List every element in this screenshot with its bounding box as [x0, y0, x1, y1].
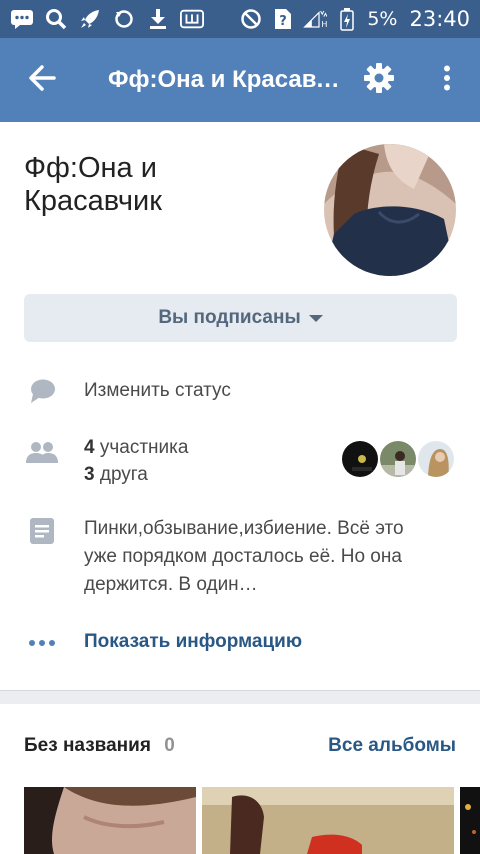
show-info-link[interactable]: Показать информацию: [84, 631, 302, 653]
members-word: участника: [99, 437, 189, 458]
members-count[interactable]: 4 участника: [84, 437, 188, 459]
subscribed-label: Вы подписаны: [158, 307, 301, 328]
settings-button[interactable]: [344, 38, 414, 122]
members-number: 4: [84, 437, 95, 458]
app-icon: [180, 7, 204, 31]
signal-icon: H: [303, 7, 328, 31]
svg-text:H: H: [322, 20, 328, 29]
friends-word: друга: [99, 464, 148, 485]
members-icon: [26, 436, 58, 468]
more-button[interactable]: [414, 38, 480, 122]
section-divider: [0, 690, 480, 704]
album-count: 0: [164, 735, 175, 756]
battery-icon: [335, 7, 359, 31]
toolbar-title: Фф:Она и Красавчик: [108, 66, 344, 93]
member-avatar[interactable]: [378, 439, 418, 479]
album-title: Без названия: [24, 735, 151, 756]
rocket-icon: [78, 7, 102, 31]
friends-number: 3: [84, 464, 95, 485]
search-icon: [44, 7, 68, 31]
member-avatar[interactable]: [340, 439, 380, 479]
sim-icon: ?: [271, 7, 295, 31]
change-status-link[interactable]: Изменить статус: [84, 380, 231, 402]
gear-icon: [363, 62, 395, 99]
album-photo[interactable]: [460, 787, 480, 854]
more-vertical-icon: [443, 65, 451, 96]
speech-bubble-icon: [26, 375, 58, 407]
toolbar: Фф:Она и Красавчик: [0, 38, 480, 122]
dnd-icon: [239, 7, 263, 31]
group-avatar[interactable]: [324, 144, 456, 276]
download-icon: [146, 7, 170, 31]
member-avatar[interactable]: [416, 439, 456, 479]
svg-text:?: ?: [280, 14, 288, 29]
message-icon: [10, 7, 34, 31]
document-icon: [26, 515, 58, 547]
more-horizontal-icon: [26, 627, 58, 659]
group-description: Пинки,обзывание,избиение. Всё это уже по…: [84, 518, 404, 595]
album-header: Без названия 0: [24, 735, 175, 757]
clock: 23:40: [409, 7, 470, 31]
chevron-down-icon: [308, 314, 323, 322]
album-photo[interactable]: [24, 787, 196, 854]
group-name: Фф:Она и Красавчик: [24, 152, 162, 217]
back-arrow-icon: [28, 64, 56, 96]
back-button[interactable]: [0, 38, 84, 122]
all-albums-link[interactable]: Все альбомы: [328, 735, 456, 757]
refresh-icon: [112, 7, 136, 31]
status-bar: ? H 5% 23:40: [0, 0, 480, 38]
album-photo[interactable]: [202, 787, 454, 854]
battery-percent: 5%: [367, 8, 398, 30]
friends-count[interactable]: 3 друга: [84, 464, 148, 486]
subscribed-button[interactable]: Вы подписаны: [24, 294, 457, 342]
